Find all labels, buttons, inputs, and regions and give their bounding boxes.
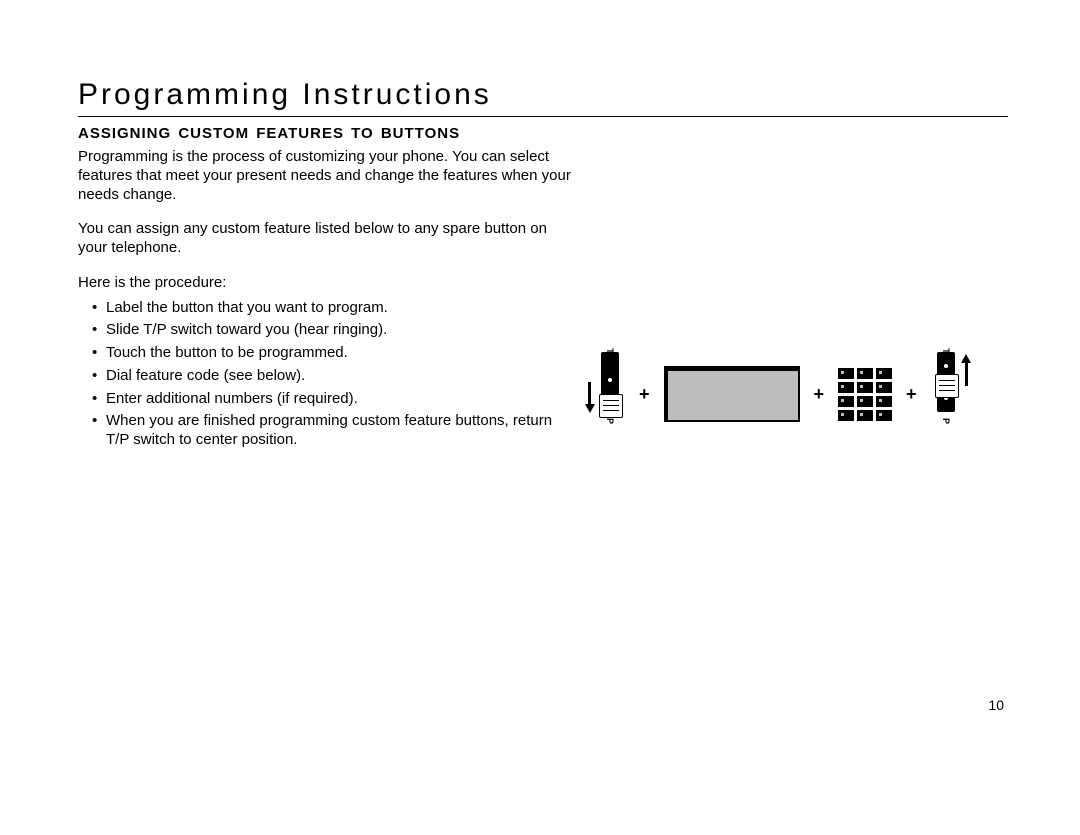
paragraph: Programming is the process of customizin… xyxy=(78,148,578,204)
keypad-key xyxy=(838,410,854,421)
keypad-key xyxy=(838,396,854,407)
tp-switch-icon: T P xyxy=(595,352,625,436)
list-item: Dial feature code (see below). xyxy=(78,367,578,386)
switch-label-p: P xyxy=(605,418,615,424)
button-panel-icon xyxy=(664,366,800,422)
keypad-key xyxy=(876,410,892,421)
diagram-row: T P + + xyxy=(595,352,961,436)
keypad-key xyxy=(857,368,873,379)
list-item: Label the button that you want to progra… xyxy=(78,299,578,318)
arrow-down-icon xyxy=(585,404,595,413)
body-text: Programming is the process of customizin… xyxy=(78,148,578,450)
title-rule xyxy=(78,116,1008,117)
page-number: 10 xyxy=(988,697,1004,713)
switch-knob xyxy=(599,394,623,418)
keypad-key xyxy=(876,368,892,379)
switch-knob xyxy=(935,374,959,398)
list-item: When you are finished programming custom… xyxy=(78,412,578,450)
procedure-list: Label the button that you want to progra… xyxy=(78,299,578,450)
paragraph: Here is the procedure: xyxy=(78,274,578,293)
arrow-up-icon xyxy=(961,354,971,363)
arrow-up-icon xyxy=(965,362,968,386)
keypad-key xyxy=(857,410,873,421)
tp-switch-icon: T P xyxy=(931,352,961,436)
keypad-key xyxy=(857,382,873,393)
keypad-key xyxy=(838,382,854,393)
keypad-key xyxy=(876,382,892,393)
plus-icon: + xyxy=(906,384,917,405)
keypad-icon xyxy=(838,368,892,421)
paragraph: You can assign any custom feature listed… xyxy=(78,220,578,258)
page: Programming Instructions ASSIGNING CUSTO… xyxy=(0,0,1080,835)
list-item: Touch the button to be programmed. xyxy=(78,344,578,363)
list-item: Enter additional numbers (if required). xyxy=(78,390,578,409)
section-heading: ASSIGNING CUSTOM FEATURES TO BUTTONS xyxy=(78,125,1016,142)
keypad-key xyxy=(838,368,854,379)
keypad-key xyxy=(876,396,892,407)
switch-label-p: P xyxy=(941,418,951,424)
keypad-key xyxy=(857,396,873,407)
page-title: Programming Instructions xyxy=(78,78,1016,112)
plus-icon: + xyxy=(814,384,825,405)
list-item: Slide T/P switch toward you (hear ringin… xyxy=(78,321,578,340)
plus-icon: + xyxy=(639,384,650,405)
arrow-down-icon xyxy=(588,382,591,406)
